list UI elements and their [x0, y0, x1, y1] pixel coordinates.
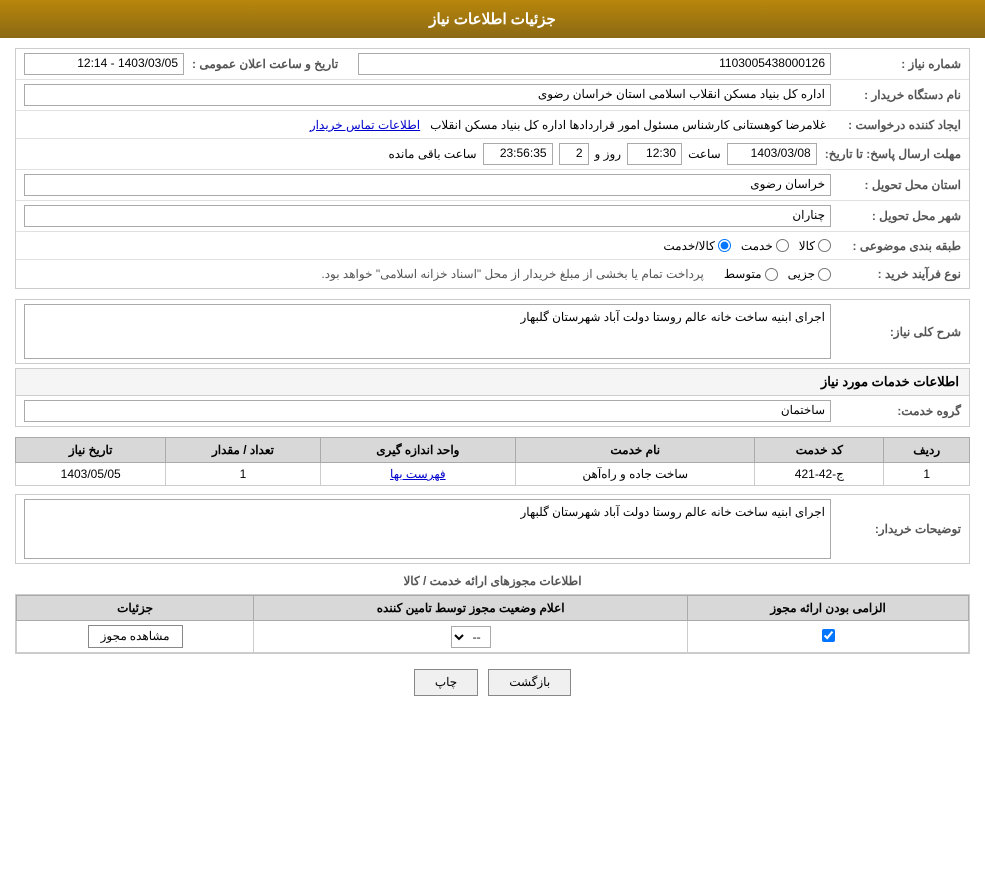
page-title: جزئیات اطلاعات نیاز — [429, 11, 556, 28]
col-date: تاریخ نیاز — [16, 438, 166, 463]
need-number-label: شماره نیاز : — [831, 57, 961, 71]
col-count: تعداد / مقدار — [166, 438, 320, 463]
services-table-container: ردیف کد خدمت نام خدمت واحد اندازه گیری ت… — [15, 437, 970, 486]
description-section: شرح کلی نیاز: اجرای ابنیه ساخت خانه عالم… — [15, 299, 970, 364]
city-row: شهر محل تحویل : چناران — [16, 201, 969, 232]
unit-link[interactable]: فهرست بها — [390, 467, 446, 481]
service-group-label: گروه خدمت: — [831, 404, 961, 418]
creator-label: ایجاد کننده درخواست : — [831, 118, 961, 132]
need-number-value: 1103005438000126 — [358, 53, 831, 75]
details-cell: مشاهده مجوز — [17, 621, 254, 653]
col-name: نام خدمت — [516, 438, 755, 463]
cell-name: ساخت جاده و راه‌آهن — [516, 463, 755, 486]
col-required: الزامی بودن ارائه مجوز — [688, 596, 969, 621]
required-cell — [688, 621, 969, 653]
buyer-notes-section: توضیحات خریدار: اجرای ابنیه ساخت خانه عا… — [15, 494, 970, 564]
day-value: 2 — [559, 143, 589, 165]
buyer-notes-value: اجرای ابنیه ساخت خانه عالم روستا دولت آب… — [24, 499, 831, 559]
description-label: شرح کلی نیاز: — [831, 325, 961, 339]
permissions-table: الزامی بودن ارائه مجوز اعلام وضعیت مجوز … — [16, 595, 969, 653]
service-group-value: ساختمان — [24, 400, 831, 422]
permissions-row: -- مشاهده مجوز — [17, 621, 969, 653]
back-button[interactable]: بازگشت — [488, 669, 571, 696]
description-row: شرح کلی نیاز: اجرای ابنیه ساخت خانه عالم… — [15, 299, 970, 364]
creator-value: غلامرضا کوهستانی کارشناس مسئول امور قرار… — [24, 116, 831, 134]
cell-unit: فهرست بها — [320, 463, 516, 486]
permissions-table-wrapper: الزامی بودن ارائه مجوز اعلام وضعیت مجوز … — [15, 594, 970, 654]
province-value: خراسان رضوی — [24, 174, 831, 196]
province-label: استان محل تحویل : — [831, 178, 961, 192]
time-value: 12:30 — [627, 143, 682, 165]
required-checkbox[interactable] — [822, 629, 835, 642]
buyer-notes-row: توضیحات خریدار: اجرای ابنیه ساخت خانه عا… — [16, 495, 969, 563]
col-row: ردیف — [884, 438, 970, 463]
need-number-row: شماره نیاز : 1103005438000126 تاریخ و سا… — [16, 49, 969, 80]
buy-type-motawaset-radio[interactable] — [765, 268, 778, 281]
announcement-label: تاریخ و ساعت اعلان عمومی : — [184, 57, 338, 71]
buy-type-jozei-radio[interactable] — [818, 268, 831, 281]
send-date-label: مهلت ارسال پاسخ: تا تاریخ: — [817, 147, 961, 161]
time-label: ساعت — [688, 147, 721, 161]
col-details: جزئیات — [17, 596, 254, 621]
info-section: شماره نیاز : 1103005438000126 تاریخ و سا… — [15, 48, 970, 289]
description-value: اجرای ابنیه ساخت خانه عالم روستا دولت آب… — [24, 304, 831, 359]
col-unit: واحد اندازه گیری — [320, 438, 516, 463]
print-button[interactable]: چاپ — [414, 669, 478, 696]
status-dropdown[interactable]: -- — [451, 626, 491, 648]
buy-type-label: نوع فرآیند خرید : — [831, 267, 961, 281]
creator-row: ایجاد کننده درخواست : غلامرضا کوهستانی ک… — [16, 111, 969, 139]
cell-row: 1 — [884, 463, 970, 486]
date-value: 1403/03/08 — [727, 143, 817, 165]
creator-link[interactable]: اطلاعات تماس خریدار — [310, 118, 420, 132]
cell-code: ج-42-421 — [755, 463, 884, 486]
buyer-org-value: اداره کل بنیاد مسکن انقلاب اسلامی استان … — [24, 84, 831, 106]
city-label: شهر محل تحویل : — [831, 209, 961, 223]
announcement-value: 1403/03/05 - 12:14 — [24, 53, 184, 75]
view-permit-button[interactable]: مشاهده مجوز — [88, 625, 183, 648]
col-status: اعلام وضعیت مجوز توسط تامین کننده — [254, 596, 688, 621]
category-kala-radio[interactable] — [818, 239, 831, 252]
permissions-separator: اطلاعات مجوزهای ارائه خدمت / کالا — [15, 574, 970, 588]
city-value: چناران — [24, 205, 831, 227]
col-code: کد خدمت — [755, 438, 884, 463]
table-row: 1 ج-42-421 ساخت جاده و راه‌آهن فهرست بها… — [16, 463, 970, 486]
buy-type-jozei: جزیی — [788, 267, 831, 281]
remaining-label: ساعت باقی مانده — [388, 147, 476, 161]
buyer-org-row: نام دستگاه خریدار : اداره کل بنیاد مسکن … — [16, 80, 969, 111]
category-khadamat: خدمت — [741, 239, 789, 253]
category-kala-khadamat: کالا/خدمت — [663, 239, 730, 253]
status-cell: -- — [254, 621, 688, 653]
category-label: طبقه بندی موضوعی : — [831, 239, 961, 253]
services-section-title: اطلاعات خدمات مورد نیاز — [15, 368, 970, 395]
remaining-value: 23:56:35 — [483, 143, 553, 165]
category-row: طبقه بندی موضوعی : کالا خدمت کالا/خدمت — [16, 232, 969, 260]
bottom-buttons: بازگشت چاپ — [15, 669, 970, 696]
buy-type-row: نوع فرآیند خرید : جزیی متوسط پرداخت تمام… — [16, 260, 969, 288]
page-wrapper: جزئیات اطلاعات نیاز شماره نیاز : 1103005… — [0, 0, 985, 875]
page-header: جزئیات اطلاعات نیاز — [0, 0, 985, 38]
services-table: ردیف کد خدمت نام خدمت واحد اندازه گیری ت… — [15, 437, 970, 486]
category-khadamat-radio[interactable] — [776, 239, 789, 252]
send-date-row: مهلت ارسال پاسخ: تا تاریخ: 1403/03/08 سا… — [16, 139, 969, 170]
day-label: روز و — [595, 147, 622, 161]
buyer-org-label: نام دستگاه خریدار : — [831, 88, 961, 102]
category-radio-group: کالا خدمت کالا/خدمت — [663, 239, 831, 253]
service-group-row: گروه خدمت: ساختمان — [16, 396, 969, 426]
buyer-notes-label: توضیحات خریدار: — [831, 522, 961, 536]
cell-date: 1403/05/05 — [16, 463, 166, 486]
services-table-header: ردیف کد خدمت نام خدمت واحد اندازه گیری ت… — [16, 438, 970, 463]
buy-type-radio-group: جزیی متوسط پرداخت تمام یا بخشی از مبلغ خ… — [321, 267, 831, 281]
category-kala: کالا — [799, 239, 831, 253]
cell-count: 1 — [166, 463, 320, 486]
permissions-table-header: الزامی بودن ارائه مجوز اعلام وضعیت مجوز … — [17, 596, 969, 621]
buy-type-motawaset: متوسط — [724, 267, 778, 281]
province-row: استان محل تحویل : خراسان رضوی — [16, 170, 969, 201]
buy-type-desc: پرداخت تمام یا بخشی از مبلغ خریدار از مح… — [321, 267, 704, 281]
date-fields: 1403/03/08 ساعت 12:30 روز و 2 23:56:35 س… — [24, 143, 817, 165]
main-content: شماره نیاز : 1103005438000126 تاریخ و سا… — [0, 38, 985, 721]
category-kala-khadamat-radio[interactable] — [718, 239, 731, 252]
services-section: گروه خدمت: ساختمان — [15, 395, 970, 427]
